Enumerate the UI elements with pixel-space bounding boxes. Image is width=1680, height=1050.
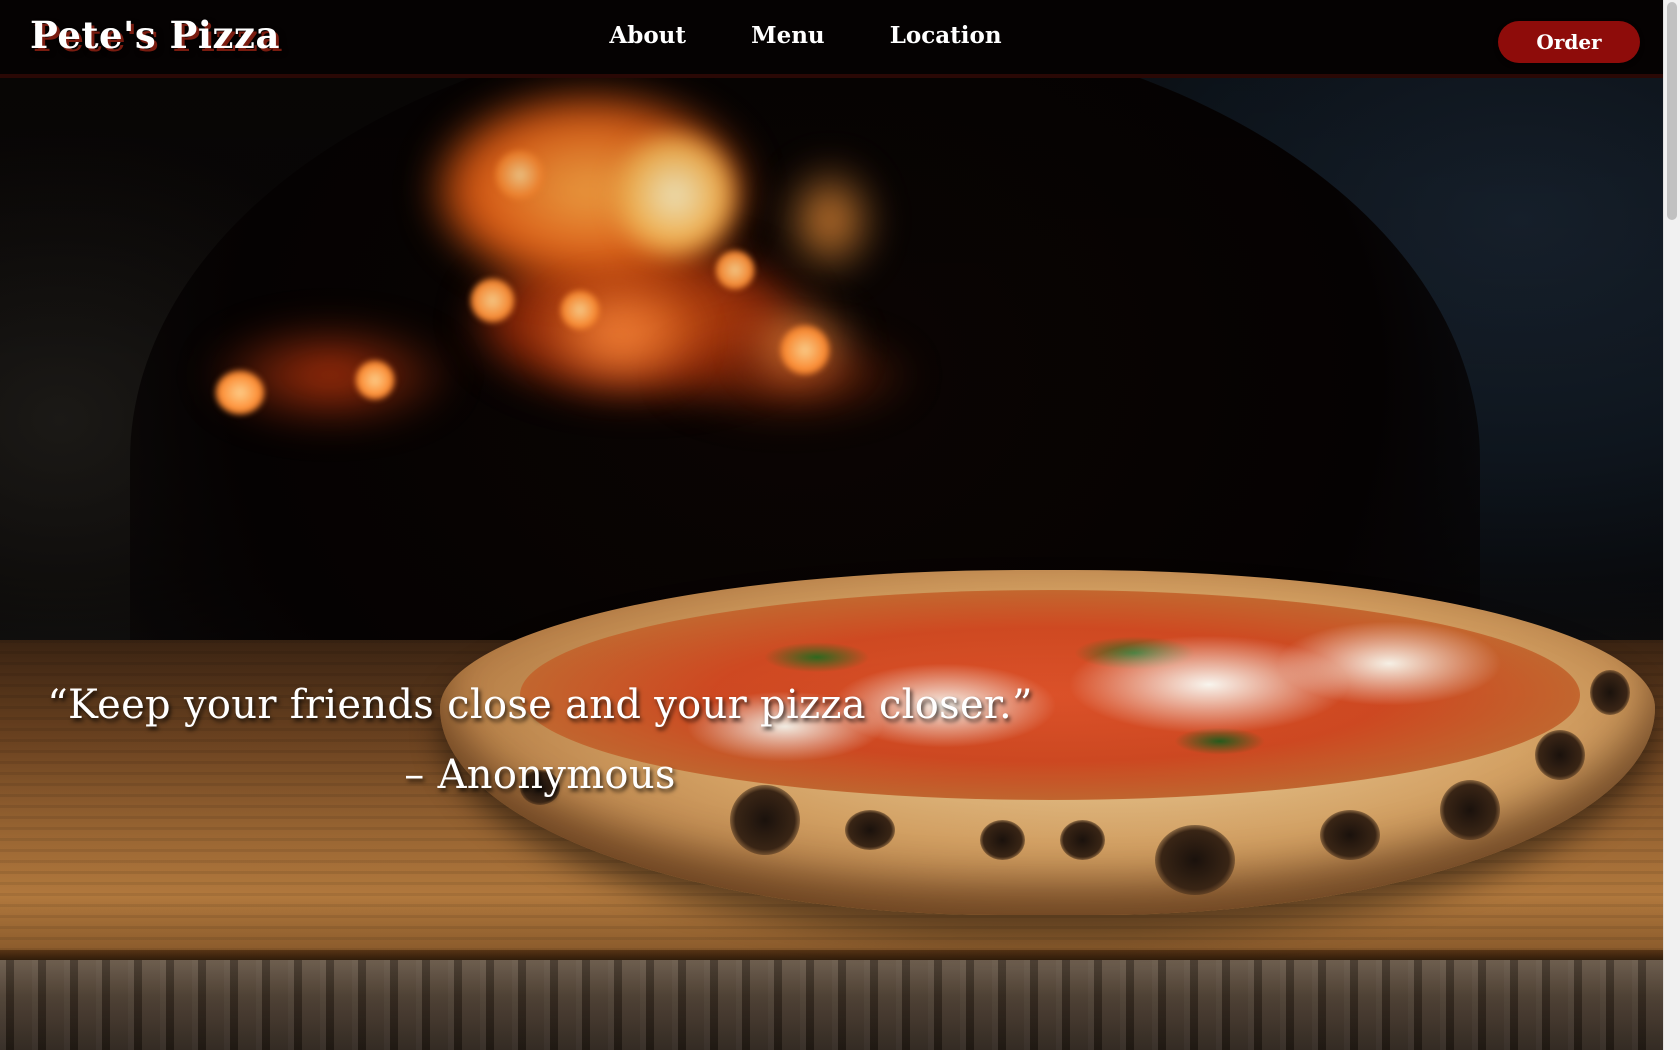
page: Pete's Pizza About Menu Location Order “… [0, 0, 1680, 1050]
navbar: Pete's Pizza About Menu Location Order [0, 0, 1663, 78]
scrollbar-thumb[interactable] [1667, 2, 1677, 220]
nav-link-menu[interactable]: Menu [751, 22, 825, 49]
nav-link-location[interactable]: Location [890, 22, 1002, 49]
brand-logo[interactable]: Pete's Pizza [30, 13, 280, 57]
hero-image [0, 0, 1663, 1050]
nav-link-about[interactable]: About [609, 22, 686, 49]
page-scrollbar[interactable] [1663, 0, 1680, 1050]
hero-quote: “Keep your friends close and your pizza … [47, 682, 1033, 798]
order-button[interactable]: Order [1498, 21, 1640, 63]
